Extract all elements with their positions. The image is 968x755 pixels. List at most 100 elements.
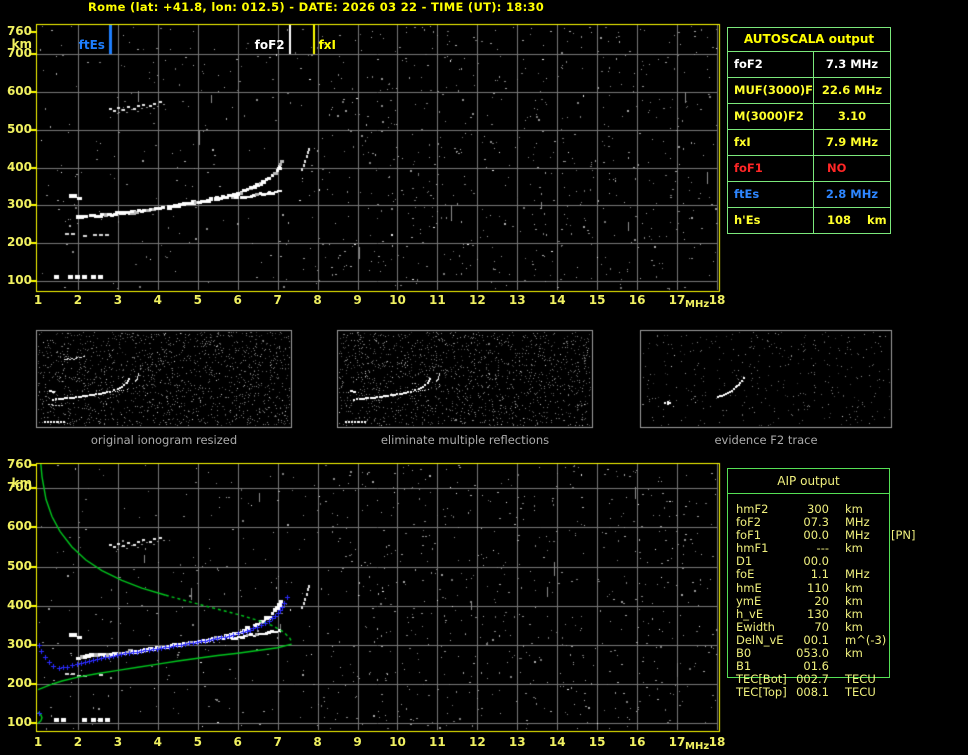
x-tick-label: 1	[33, 735, 43, 749]
x-tick-label: 12	[468, 293, 486, 307]
y-axis-unit: km	[11, 476, 32, 490]
aip-table-header: AIP output	[728, 469, 889, 494]
y-tick-label: 300	[6, 636, 32, 651]
y-axis-unit: km	[11, 37, 32, 51]
aip-label: hmE	[736, 580, 762, 595]
y-tick-label: 760	[6, 456, 32, 471]
aip-label: foE	[736, 567, 755, 582]
x-tick-label: 10	[389, 735, 406, 749]
aip-label: ymE	[736, 593, 762, 608]
x-tick-label: 12	[468, 735, 486, 749]
x-tick-label: 5	[193, 735, 202, 749]
aip-row: TEC[Top] 008.1 TECU	[736, 686, 966, 699]
x-tick-label: 16	[628, 293, 646, 307]
autoscala-row-label: h'Es	[728, 208, 813, 233]
x-tick-label: 6	[233, 293, 242, 307]
bottom-profile-plot	[36, 463, 719, 731]
x-tick-label: 5	[193, 293, 202, 307]
aip-row: foE 1.1 MHz	[736, 568, 966, 581]
aip-unit: km	[845, 606, 863, 621]
autoscala-table-header: AUTOSCALA output	[728, 28, 890, 51]
x-tick-label: 4	[153, 735, 162, 749]
autoscala-row-label: fxI	[728, 130, 813, 155]
marker-label-foF2: foF2	[254, 38, 285, 52]
aip-row: ymE 20 km	[736, 593, 966, 608]
x-tick-label: 8	[313, 735, 322, 749]
y-tick-label: 200	[6, 676, 32, 691]
x-axis-unit: MHz	[685, 741, 710, 752]
x-tick-label: 2	[73, 735, 83, 749]
autoscala-row-value: 7.9 MHz	[814, 130, 890, 155]
x-tick-label: 6	[233, 735, 242, 749]
panel-original-ionogram	[36, 330, 292, 428]
x-tick-label: 11	[429, 293, 446, 307]
autoscala-row-label: foF1	[728, 156, 813, 181]
panel-caption-original: original ionogram resized	[90, 433, 238, 447]
autoscala-row-value: NO	[814, 156, 890, 181]
aip-value: 008.1	[796, 685, 829, 700]
x-tick-label: 11	[429, 735, 446, 749]
aip-rows: hmF2 300 km foF2 07.3 MHz foF1 00.0 MHz [PN] hmF1-…	[736, 502, 966, 699]
x-tick-label: 13	[508, 293, 526, 307]
top-ionogram-plot	[36, 24, 719, 291]
aip-extra: [PN]	[891, 528, 916, 543]
x-tick-label: 10	[389, 293, 406, 307]
x-tick-label: 15	[588, 735, 606, 749]
autoscala-row-value: 7.3 MHz	[814, 52, 890, 77]
autoscala-row-value: 2.8 MHz	[814, 182, 890, 207]
x-tick-label: 2	[73, 293, 83, 307]
aip-label: TEC[Top]	[736, 685, 787, 700]
aip-row: hmF1 --- km	[736, 542, 966, 555]
y-tick-label: 400	[6, 159, 32, 174]
panel-eliminate-reflections	[337, 330, 593, 428]
aip-value: 1.1	[810, 567, 829, 582]
panel-caption-eliminate: eliminate multiple reflections	[380, 433, 550, 447]
x-tick-label: 8	[313, 293, 322, 307]
x-tick-label: 14	[548, 735, 566, 749]
aip-value: 70	[814, 619, 829, 634]
x-tick-label: 3	[113, 735, 123, 749]
y-tick-label: 200	[6, 235, 32, 250]
aip-row: Ewidth 70 km	[736, 619, 966, 634]
x-tick-label: 7	[273, 735, 282, 749]
autoscala-output-table: AUTOSCALA output foF2 7.3 MHz MUF(3000)F…	[727, 27, 891, 234]
y-tick-label: 600	[6, 84, 32, 99]
aip-unit: TECU	[845, 685, 876, 700]
y-tick-label: 400	[6, 597, 32, 612]
aip-label: Ewidth	[736, 619, 775, 634]
aip-unit: km	[845, 619, 863, 634]
aip-row: h_vE 130 km	[736, 606, 966, 621]
x-tick-label: 9	[353, 293, 362, 307]
autoscala-row-label: foF2	[728, 52, 813, 77]
autoscala-row-value: 108 km	[814, 208, 890, 233]
y-tick-label: 760	[6, 23, 32, 38]
x-axis-unit: MHz	[685, 299, 710, 310]
aip-label: h_vE	[736, 606, 764, 621]
x-tick-label: 9	[353, 735, 362, 749]
marker-label-ftEs: ftEs	[78, 38, 105, 52]
x-tick-label: 13	[508, 735, 526, 749]
x-tick-label: 7	[273, 293, 282, 307]
x-tick-label: 1	[33, 293, 43, 307]
y-tick-label: 500	[6, 558, 32, 573]
y-tick-label: 500	[6, 121, 32, 136]
x-tick-label: 14	[548, 293, 566, 307]
y-tick-label: 300	[6, 197, 32, 212]
panel-caption-evidence: evidence F2 trace	[714, 433, 818, 447]
aip-unit: km	[845, 593, 863, 608]
autoscala-application-window: Rome (lat: +41.8, lon: 012.5) - DATE: 20…	[0, 0, 968, 755]
page-title: Rome (lat: +41.8, lon: 012.5) - DATE: 20…	[88, 0, 545, 14]
autoscala-row-label: ftEs	[728, 182, 813, 207]
aip-unit: km	[845, 580, 863, 595]
autoscala-row-value: 22.6 MHz	[814, 78, 890, 103]
y-tick-label: 600	[6, 519, 32, 534]
y-tick-label: 100	[6, 273, 32, 287]
aip-unit: km	[845, 646, 863, 661]
aip-row: hmE 110 km	[736, 580, 966, 595]
autoscala-row-value: 3.10	[814, 104, 890, 129]
aip-row: B0 053.0 km	[736, 646, 966, 661]
aip-value: 110	[807, 580, 829, 595]
aip-value: 130	[807, 606, 829, 621]
aip-unit: km	[845, 541, 863, 556]
autoscala-row-label: M(3000)F2	[728, 104, 813, 129]
